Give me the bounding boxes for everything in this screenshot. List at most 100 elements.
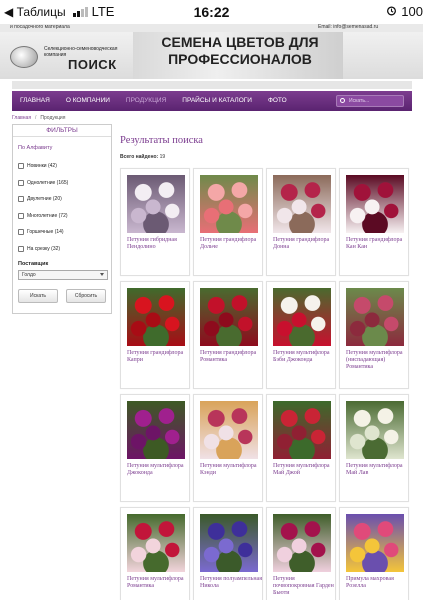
- product-photo[interactable]: [200, 401, 258, 459]
- breadcrumb-home[interactable]: Главная: [12, 115, 31, 121]
- nav-item-photo[interactable]: Фото: [260, 91, 295, 111]
- results-count-label: Всего найдено:: [120, 154, 159, 160]
- checkbox[interactable]: [18, 179, 24, 186]
- checkbox[interactable]: [18, 196, 24, 203]
- breadcrumb-current: Продукция: [40, 115, 66, 121]
- filter-option-perennial[interactable]: Многолетние (72): [18, 208, 110, 225]
- checkbox[interactable]: [18, 245, 24, 252]
- alarm-icon: [386, 4, 397, 19]
- product-name-link[interactable]: Петуния почвопокровная Гарден Бьюти: [273, 576, 335, 597]
- product-name-link[interactable]: Петуния грандифлора Капри: [127, 350, 189, 364]
- product-name-link[interactable]: Петуния мультифлора Май Джой: [273, 463, 335, 477]
- product-photo[interactable]: [273, 401, 331, 459]
- nav-item-home[interactable]: Главная: [12, 91, 58, 111]
- product-card[interactable]: Петуния мультифлора Май Лав: [339, 394, 409, 502]
- supplier-selected-value: Голдо: [22, 272, 36, 278]
- secondary-nav: [12, 81, 412, 89]
- product-card[interactable]: Петуния грандифлора Капри: [120, 281, 190, 389]
- product-card[interactable]: Петуния грандифлора Дольче: [193, 168, 263, 276]
- filter-option-label: На срезку (32): [27, 245, 61, 252]
- filter-option-new[interactable]: Новинки (42): [18, 158, 110, 175]
- breadcrumb: Главная / Продукция: [12, 113, 412, 123]
- filter-option-label: Новинки (42): [27, 163, 57, 170]
- product-card[interactable]: Петуния грандифлора Кан Кан: [339, 168, 409, 276]
- company-logo-icon[interactable]: [10, 46, 38, 68]
- product-name-link[interactable]: Петуния мультифлора Май Лав: [346, 463, 408, 477]
- product-photo[interactable]: [127, 175, 185, 233]
- product-name-link[interactable]: Петуния грандифлора Кан Кан: [346, 237, 408, 251]
- header-email[interactable]: Email: info@semenasad.ru: [318, 24, 378, 30]
- main-nav: Главная О компании Продукция Прайсы и ка…: [12, 91, 412, 111]
- product-card[interactable]: Петуния мультифлора Май Джой: [266, 394, 336, 502]
- product-photo[interactable]: [346, 288, 404, 346]
- header-slogan: Семена цветов для профессионалов: [161, 34, 319, 67]
- product-card[interactable]: Петуния мультифлора (ниспадающая) Романт…: [339, 281, 409, 389]
- results-count: Всего найдено: 19: [120, 154, 165, 160]
- product-name-link[interactable]: Петуния мультифлора Кэнди: [200, 463, 262, 477]
- product-name-link[interactable]: Петуния мультифлора Романтика: [127, 576, 189, 590]
- product-card[interactable]: Петуния почвопокровная Гарден Бьюти: [266, 507, 336, 600]
- product-card[interactable]: Петуния мультифлора Джоконда: [120, 394, 190, 502]
- product-card[interactable]: Петуния грандифлора Донна: [266, 168, 336, 276]
- product-photo[interactable]: [200, 175, 258, 233]
- product-photo[interactable]: [200, 514, 258, 572]
- filters-title: Фильтры: [13, 125, 111, 137]
- chevron-down-icon: [100, 273, 104, 276]
- filter-option-potted[interactable]: Горшечные (14): [18, 224, 110, 241]
- product-card[interactable]: Примула махровая Розелла: [339, 507, 409, 600]
- nav-item-price-lists[interactable]: Прайсы и каталоги: [174, 91, 260, 111]
- product-name-link[interactable]: Примула махровая Розелла: [346, 576, 408, 590]
- product-photo[interactable]: [200, 288, 258, 346]
- results-title: Результаты поиска: [120, 135, 203, 146]
- breadcrumb-separator: /: [35, 115, 37, 121]
- product-photo[interactable]: [127, 401, 185, 459]
- product-photo[interactable]: [273, 175, 331, 233]
- filter-option-label: Многолетние (72): [27, 212, 68, 219]
- product-photo[interactable]: [127, 514, 185, 572]
- filters-panel: Фильтры По Алфавиту Новинки (42) Однолет…: [12, 124, 112, 314]
- reset-button[interactable]: Сбросить: [66, 289, 106, 303]
- product-photo[interactable]: [273, 288, 331, 346]
- nav-item-about[interactable]: О компании: [58, 91, 118, 111]
- supplier-select[interactable]: Голдо: [18, 270, 108, 280]
- product-photo[interactable]: [346, 514, 404, 572]
- product-photo[interactable]: [346, 401, 404, 459]
- search-placeholder: Искать...: [349, 98, 370, 104]
- checkbox[interactable]: [18, 212, 24, 219]
- results-count-value: 19: [159, 154, 166, 160]
- product-name-link[interactable]: Петуния грандифлора Дольче: [200, 237, 262, 251]
- product-photo[interactable]: [273, 514, 331, 572]
- product-card[interactable]: Петуния гибридная Пендолино: [120, 168, 190, 276]
- product-name-link[interactable]: Петуния мультифлора Джоконда: [127, 463, 189, 477]
- filter-option-cut[interactable]: На срезку (32): [18, 241, 110, 258]
- checkbox[interactable]: [18, 163, 24, 170]
- search-input[interactable]: Искать...: [336, 95, 404, 107]
- product-card[interactable]: Петуния мультифлора Романтика: [120, 507, 190, 600]
- checkbox[interactable]: [18, 229, 24, 236]
- find-button[interactable]: Искать: [18, 289, 58, 303]
- nav-item-products[interactable]: Продукция: [118, 91, 174, 111]
- filter-option-annual[interactable]: Однолетние (165): [18, 175, 110, 192]
- product-name-link[interactable]: Петуния мультифлора (ниспадающая) Романт…: [346, 350, 408, 371]
- product-card[interactable]: Петуния грандифлора Романтика: [193, 281, 263, 389]
- search-icon: [340, 98, 345, 103]
- sort-alphabetical-link[interactable]: По Алфавиту: [18, 145, 52, 151]
- product-name-link[interactable]: Петуния грандифлора Романтика: [200, 350, 262, 364]
- filter-option-biennial[interactable]: Двулетние (20): [18, 191, 110, 208]
- product-card[interactable]: Петуния мультифлора Кэнди: [193, 394, 263, 502]
- product-card[interactable]: Петуния мультифлора Бэби Джоконда: [266, 281, 336, 389]
- header-seed-text: и посадочного материала: [10, 24, 70, 30]
- product-name-link[interactable]: Петуния полуампельная Никола: [200, 576, 262, 590]
- clock: 16:22: [193, 4, 230, 20]
- product-name-link[interactable]: Петуния грандифлора Донна: [273, 237, 335, 251]
- screen: ◀ Таблицы LTE 16:22 100 и посадочного ма…: [0, 0, 423, 600]
- product-photo[interactable]: [127, 288, 185, 346]
- product-card[interactable]: Петуния полуампельная Никола: [193, 507, 263, 600]
- company-name[interactable]: ПОИСК: [68, 57, 117, 72]
- product-name-link[interactable]: Петуния мультифлора Бэби Джоконда: [273, 350, 335, 364]
- product-name-link[interactable]: Петуния гибридная Пендолино: [127, 237, 189, 251]
- product-photo[interactable]: [346, 175, 404, 233]
- filter-option-label: Двулетние (20): [27, 196, 62, 203]
- filter-option-label: Однолетние (165): [27, 179, 69, 186]
- status-bar: ◀ Таблицы LTE 16:22 100: [0, 0, 423, 24]
